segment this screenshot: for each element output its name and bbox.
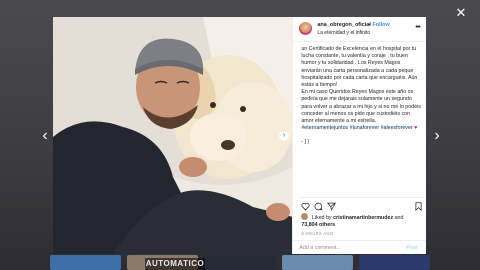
bookmark-icon[interactable] (414, 202, 423, 211)
liker-avatar[interactable] (301, 213, 309, 220)
more-options-icon[interactable]: ••• (415, 24, 420, 31)
caption-paragraph: un Certificado de Excelencia en el hospi… (301, 46, 418, 89)
post-time[interactable]: 3 HOURS AGO (301, 231, 333, 236)
post-caption: un Certificado de Excelencia en el hospi… (301, 46, 421, 204)
follow-button[interactable]: Follow (372, 22, 389, 28)
post-header: ana_obregon_oficial • Follow La eternida… (293, 17, 426, 42)
comment-input[interactable] (299, 243, 400, 253)
post-location[interactable]: La eternidad y el infinito (317, 30, 370, 36)
heart-emoji: ♥ (414, 125, 418, 132)
background-thumbnail (50, 255, 122, 270)
background-video-label: AUTOMATICO (145, 258, 205, 270)
background-thumbnail (204, 255, 276, 270)
post-actions (299, 197, 425, 211)
background-thumbnail (281, 255, 353, 270)
caption-ending: - ] ) (301, 139, 310, 146)
caption-hashtags[interactable]: #eternamentejuntos #lunaforever #aleesfo… (301, 125, 412, 131)
comment-icon[interactable] (314, 202, 323, 211)
chevron-left-icon[interactable]: ‹ (38, 128, 52, 144)
post-modal: › ana_obregon_oficial • Follow La eterni… (53, 17, 426, 254)
post-sidebar: ana_obregon_oficial • Follow La eternida… (292, 17, 426, 254)
post-photo: › (53, 17, 293, 254)
liked-by-user[interactable]: cristinamartinbermudez (333, 215, 393, 221)
chevron-right-icon[interactable]: › (430, 128, 444, 144)
caption-paragraph: En mi caso Queridos Reyes Magos este año… (301, 89, 421, 125)
likes-count[interactable]: 73,804 others (301, 222, 335, 228)
share-icon[interactable] (327, 202, 337, 211)
post-comment-button[interactable]: Post (406, 245, 417, 251)
header-separator: • (368, 22, 371, 28)
post-username[interactable]: ana_obregon_oficial (317, 22, 371, 28)
background-thumbnail (358, 255, 431, 270)
photo-next-icon[interactable]: › (279, 131, 289, 141)
likes-summary: Liked by cristinamartinbermudez and (301, 213, 403, 221)
avatar[interactable] (299, 22, 313, 35)
liked-by-suffix: and (394, 215, 404, 221)
comment-bar: Post (293, 240, 426, 254)
photo-illustration (53, 17, 293, 254)
background-thumbnails (0, 255, 480, 270)
heart-icon[interactable] (301, 202, 310, 211)
liked-by-prefix: Liked by (311, 215, 332, 221)
close-icon[interactable]: ✕ (454, 6, 468, 20)
